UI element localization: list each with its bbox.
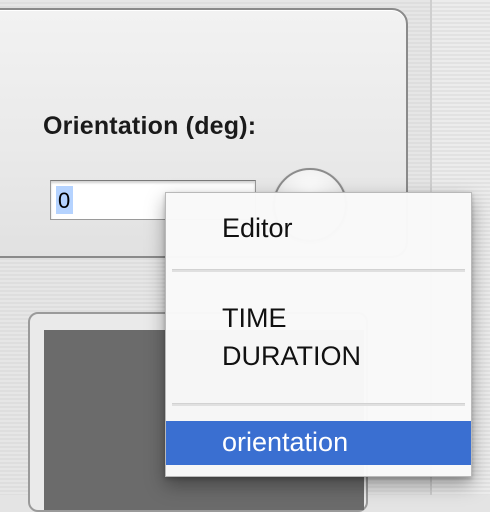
orientation-input-value: 0 bbox=[58, 188, 71, 213]
menu-item-editor-label: Editor bbox=[222, 213, 293, 243]
menu-item-time-label: TIME bbox=[222, 303, 287, 333]
context-menu: Editor TIME DURATION orientation bbox=[165, 192, 472, 477]
menu-item-orientation[interactable]: orientation bbox=[166, 421, 471, 465]
menu-item-editor[interactable]: Editor bbox=[166, 211, 471, 245]
orientation-label: Orientation (deg): bbox=[43, 112, 257, 140]
menu-separator bbox=[172, 403, 465, 406]
menu-item-time-duration[interactable]: TIME DURATION bbox=[166, 299, 471, 375]
menu-item-duration-label: DURATION bbox=[222, 341, 361, 371]
menu-item-orientation-label: orientation bbox=[222, 427, 349, 457]
menu-separator bbox=[172, 269, 465, 272]
